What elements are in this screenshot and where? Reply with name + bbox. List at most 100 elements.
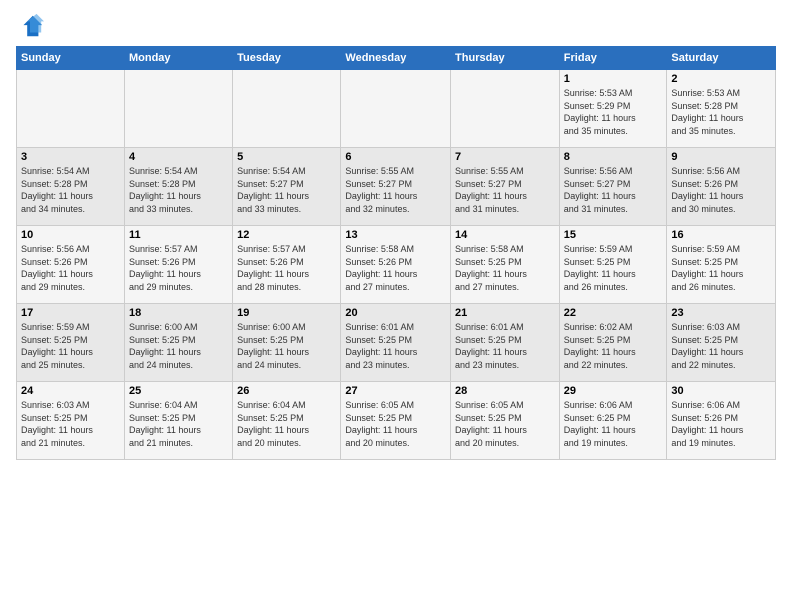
- day-info: Sunrise: 6:00 AM Sunset: 5:25 PM Dayligh…: [129, 321, 228, 371]
- calendar-cell: [17, 70, 125, 148]
- day-number: 30: [671, 385, 771, 397]
- day-header-friday: Friday: [559, 47, 667, 70]
- week-row-4: 17 Sunrise: 5:59 AM Sunset: 5:25 PM Dayli…: [17, 304, 776, 382]
- day-info: Sunrise: 5:55 AM Sunset: 5:27 PM Dayligh…: [345, 165, 446, 215]
- calendar-body: 1 Sunrise: 5:53 AM Sunset: 5:29 PM Daylig…: [17, 70, 776, 460]
- day-header-saturday: Saturday: [667, 47, 776, 70]
- day-number: 2: [671, 73, 771, 85]
- calendar-cell: 30Sunrise: 6:06 AM Sunset: 5:26 PM Dayli…: [667, 382, 776, 460]
- day-info: Sunrise: 5:54 AM Sunset: 5:28 PM Dayligh…: [21, 165, 120, 215]
- day-header-monday: Monday: [124, 47, 232, 70]
- logo: [16, 12, 46, 40]
- day-info: Sunrise: 5:58 AM Sunset: 5:25 PM Dayligh…: [455, 243, 555, 293]
- day-number: 9: [671, 151, 771, 163]
- day-info: Sunrise: 5:54 AM Sunset: 5:28 PM Dayligh…: [129, 165, 228, 215]
- day-header-thursday: Thursday: [451, 47, 560, 70]
- day-number: 26: [237, 385, 336, 397]
- calendar-cell: 25 Sunrise: 6:04 AM Sunset: 5:25 PM Dayli…: [124, 382, 232, 460]
- day-number: 8: [564, 151, 663, 163]
- calendar-table: SundayMondayTuesdayWednesdayThursdayFrid…: [16, 46, 776, 460]
- calendar-cell: 6 Sunrise: 5:55 AM Sunset: 5:27 PM Daylig…: [341, 148, 451, 226]
- calendar-cell: [233, 70, 341, 148]
- calendar-cell: [124, 70, 232, 148]
- day-number: 7: [455, 151, 555, 163]
- calendar-cell: 26 Sunrise: 6:04 AM Sunset: 5:25 PM Dayli…: [233, 382, 341, 460]
- day-info: Sunrise: 6:05 AM Sunset: 5:25 PM Dayligh…: [455, 399, 555, 449]
- calendar-cell: 19 Sunrise: 6:00 AM Sunset: 5:25 PM Dayli…: [233, 304, 341, 382]
- page: SundayMondayTuesdayWednesdayThursdayFrid…: [0, 0, 792, 612]
- day-info: Sunrise: 6:01 AM Sunset: 5:25 PM Dayligh…: [345, 321, 446, 371]
- day-info: Sunrise: 5:58 AM Sunset: 5:26 PM Dayligh…: [345, 243, 446, 293]
- header-row: SundayMondayTuesdayWednesdayThursdayFrid…: [17, 47, 776, 70]
- day-number: 16: [671, 229, 771, 241]
- day-info: Sunrise: 5:54 AM Sunset: 5:27 PM Dayligh…: [237, 165, 336, 215]
- day-number: 1: [564, 73, 663, 85]
- day-number: 24: [21, 385, 120, 397]
- day-number: 10: [21, 229, 120, 241]
- day-info: Sunrise: 5:59 AM Sunset: 5:25 PM Dayligh…: [21, 321, 120, 371]
- calendar-cell: 5 Sunrise: 5:54 AM Sunset: 5:27 PM Daylig…: [233, 148, 341, 226]
- calendar-cell: 28Sunrise: 6:05 AM Sunset: 5:25 PM Dayli…: [451, 382, 560, 460]
- day-number: 17: [21, 307, 120, 319]
- week-row-3: 10 Sunrise: 5:56 AM Sunset: 5:26 PM Dayli…: [17, 226, 776, 304]
- calendar-cell: 13 Sunrise: 5:58 AM Sunset: 5:26 PM Dayli…: [341, 226, 451, 304]
- day-number: 3: [21, 151, 120, 163]
- day-info: Sunrise: 6:00 AM Sunset: 5:25 PM Dayligh…: [237, 321, 336, 371]
- day-number: 11: [129, 229, 228, 241]
- week-row-5: 24 Sunrise: 6:03 AM Sunset: 5:25 PM Dayli…: [17, 382, 776, 460]
- calendar-cell: 27Sunrise: 6:05 AM Sunset: 5:25 PM Dayli…: [341, 382, 451, 460]
- calendar-cell: 18 Sunrise: 6:00 AM Sunset: 5:25 PM Dayli…: [124, 304, 232, 382]
- calendar-cell: 11 Sunrise: 5:57 AM Sunset: 5:26 PM Dayli…: [124, 226, 232, 304]
- day-number: 15: [564, 229, 663, 241]
- week-row-2: 3 Sunrise: 5:54 AM Sunset: 5:28 PM Daylig…: [17, 148, 776, 226]
- calendar-header: SundayMondayTuesdayWednesdayThursdayFrid…: [17, 47, 776, 70]
- calendar-cell: 17 Sunrise: 5:59 AM Sunset: 5:25 PM Dayli…: [17, 304, 125, 382]
- day-number: 25: [129, 385, 228, 397]
- day-info: Sunrise: 5:53 AM Sunset: 5:28 PM Dayligh…: [671, 87, 771, 137]
- day-info: Sunrise: 5:57 AM Sunset: 5:26 PM Dayligh…: [237, 243, 336, 293]
- day-info: Sunrise: 5:55 AM Sunset: 5:27 PM Dayligh…: [455, 165, 555, 215]
- calendar-cell: 29Sunrise: 6:06 AM Sunset: 6:25 PM Dayli…: [559, 382, 667, 460]
- day-number: 20: [345, 307, 446, 319]
- calendar-cell: 4 Sunrise: 5:54 AM Sunset: 5:28 PM Daylig…: [124, 148, 232, 226]
- day-number: 19: [237, 307, 336, 319]
- day-info: Sunrise: 5:57 AM Sunset: 5:26 PM Dayligh…: [129, 243, 228, 293]
- day-info: Sunrise: 6:04 AM Sunset: 5:25 PM Dayligh…: [129, 399, 228, 449]
- day-info: Sunrise: 5:53 AM Sunset: 5:29 PM Dayligh…: [564, 87, 663, 137]
- calendar-cell: [341, 70, 451, 148]
- calendar-cell: 10 Sunrise: 5:56 AM Sunset: 5:26 PM Dayli…: [17, 226, 125, 304]
- calendar-cell: 20 Sunrise: 6:01 AM Sunset: 5:25 PM Dayli…: [341, 304, 451, 382]
- calendar-cell: 15Sunrise: 5:59 AM Sunset: 5:25 PM Dayli…: [559, 226, 667, 304]
- calendar-cell: 14 Sunrise: 5:58 AM Sunset: 5:25 PM Dayli…: [451, 226, 560, 304]
- day-info: Sunrise: 5:56 AM Sunset: 5:26 PM Dayligh…: [671, 165, 771, 215]
- calendar-cell: 23Sunrise: 6:03 AM Sunset: 5:25 PM Dayli…: [667, 304, 776, 382]
- calendar-cell: 12Sunrise: 5:57 AM Sunset: 5:26 PM Dayli…: [233, 226, 341, 304]
- day-info: Sunrise: 6:03 AM Sunset: 5:25 PM Dayligh…: [671, 321, 771, 371]
- day-header-sunday: Sunday: [17, 47, 125, 70]
- day-info: Sunrise: 6:05 AM Sunset: 5:25 PM Dayligh…: [345, 399, 446, 449]
- calendar-cell: 22 Sunrise: 6:02 AM Sunset: 5:25 PM Dayli…: [559, 304, 667, 382]
- calendar-cell: 9 Sunrise: 5:56 AM Sunset: 5:26 PM Daylig…: [667, 148, 776, 226]
- calendar-cell: 21Sunrise: 6:01 AM Sunset: 5:25 PM Dayli…: [451, 304, 560, 382]
- day-info: Sunrise: 6:03 AM Sunset: 5:25 PM Dayligh…: [21, 399, 120, 449]
- day-number: 22: [564, 307, 663, 319]
- day-number: 21: [455, 307, 555, 319]
- day-info: Sunrise: 5:59 AM Sunset: 5:25 PM Dayligh…: [671, 243, 771, 293]
- day-number: 14: [455, 229, 555, 241]
- day-info: Sunrise: 6:02 AM Sunset: 5:25 PM Dayligh…: [564, 321, 663, 371]
- logo-icon: [16, 12, 44, 40]
- day-header-tuesday: Tuesday: [233, 47, 341, 70]
- day-info: Sunrise: 6:04 AM Sunset: 5:25 PM Dayligh…: [237, 399, 336, 449]
- day-header-wednesday: Wednesday: [341, 47, 451, 70]
- day-number: 18: [129, 307, 228, 319]
- day-number: 5: [237, 151, 336, 163]
- day-number: 4: [129, 151, 228, 163]
- day-number: 29: [564, 385, 663, 397]
- calendar-cell: 2 Sunrise: 5:53 AM Sunset: 5:28 PM Daylig…: [667, 70, 776, 148]
- calendar-cell: 24 Sunrise: 6:03 AM Sunset: 5:25 PM Dayli…: [17, 382, 125, 460]
- day-info: Sunrise: 5:56 AM Sunset: 5:27 PM Dayligh…: [564, 165, 663, 215]
- day-number: 13: [345, 229, 446, 241]
- day-info: Sunrise: 5:56 AM Sunset: 5:26 PM Dayligh…: [21, 243, 120, 293]
- calendar-cell: 1 Sunrise: 5:53 AM Sunset: 5:29 PM Daylig…: [559, 70, 667, 148]
- day-number: 6: [345, 151, 446, 163]
